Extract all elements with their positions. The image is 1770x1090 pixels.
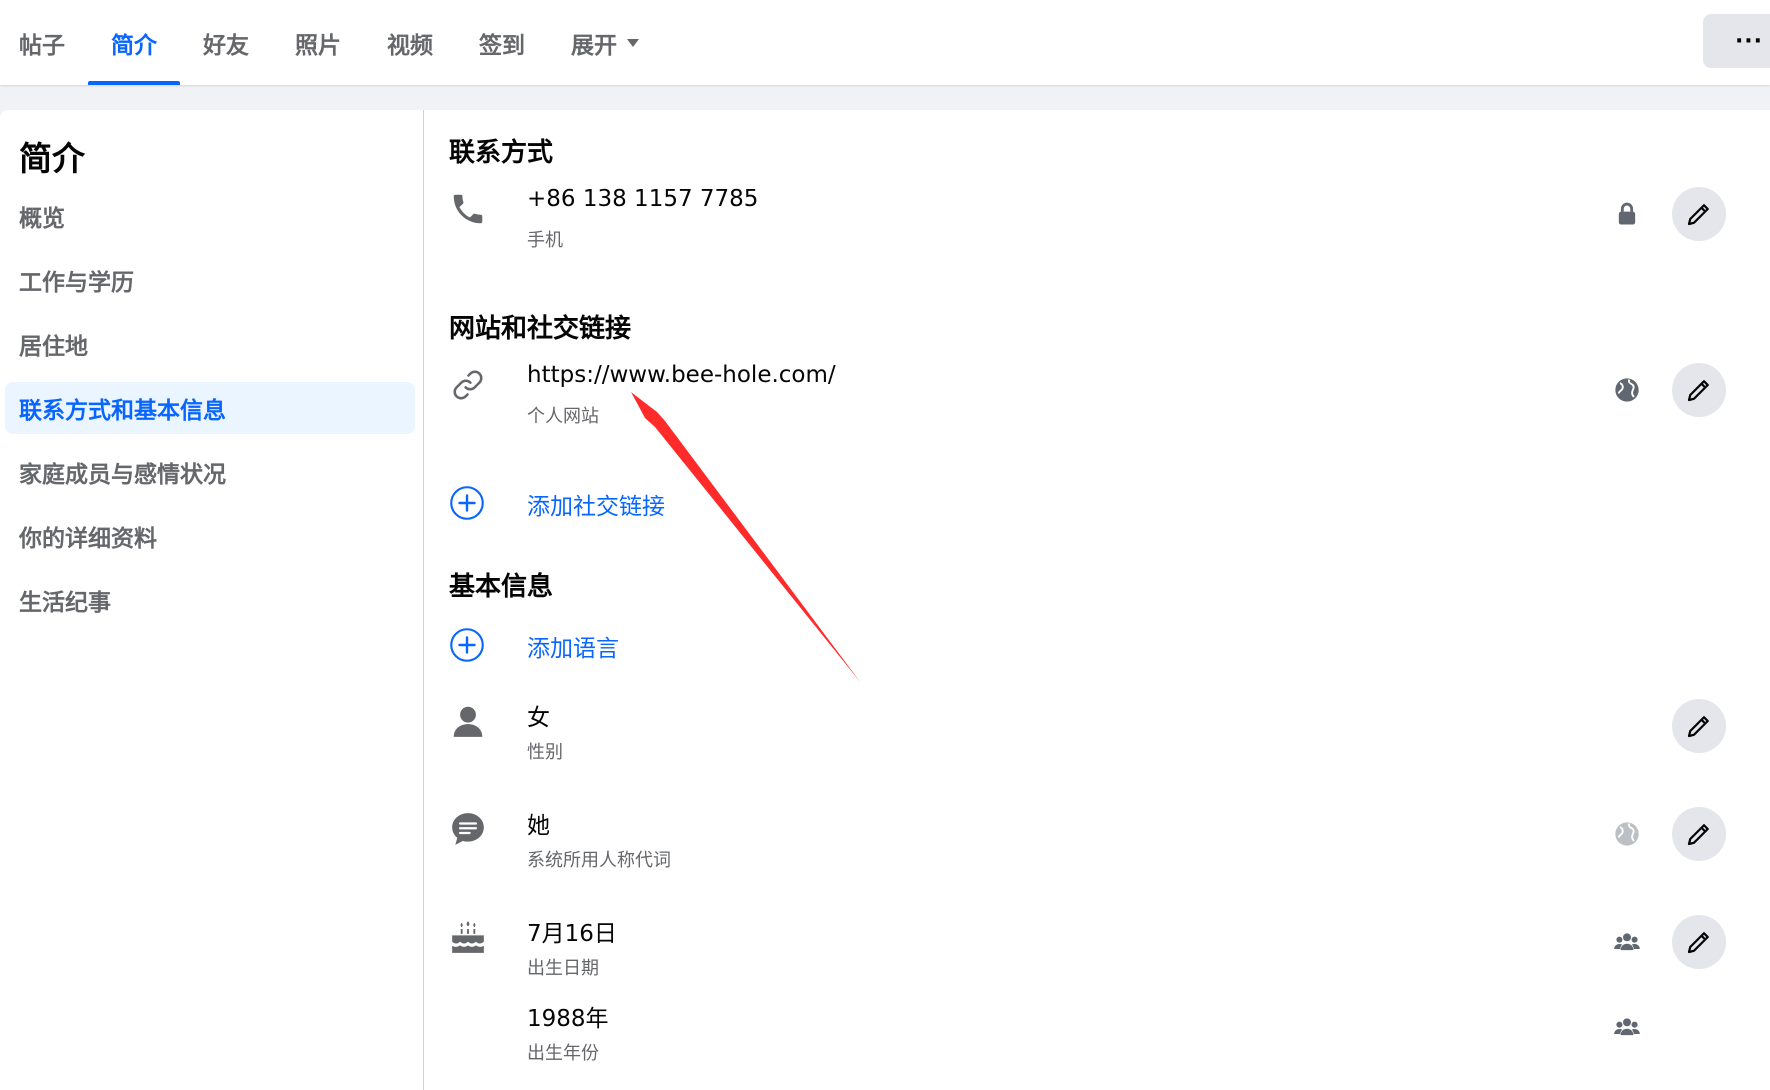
pencil-icon — [1687, 824, 1709, 846]
tab-label: 展开 — [571, 32, 617, 59]
add-language-label: 添加语言 — [527, 636, 619, 662]
edit-phone-button[interactable] — [1672, 187, 1726, 241]
tab-friends[interactable]: 好友 — [180, 0, 272, 85]
sidebar-item-family-relationships[interactable]: 家庭成员与感情状况 — [5, 446, 415, 498]
sidebar-title: 简介 — [19, 139, 85, 178]
edit-website-button[interactable] — [1672, 363, 1726, 417]
edit-birthday-button[interactable] — [1672, 915, 1726, 969]
about-sidebar: 简介 概览 工作与学历 居住地 联系方式和基本信息 家庭成员与感情状况 你的详细… — [0, 110, 424, 1090]
pencil-icon — [1687, 716, 1709, 738]
sidebar-item-work-education[interactable]: 工作与学历 — [5, 254, 415, 306]
gender-value: 女 — [527, 705, 550, 731]
pencil-icon — [1687, 204, 1709, 226]
contact-section-title: 联系方式 — [449, 138, 554, 168]
lock-icon[interactable] — [1613, 200, 1641, 228]
birthyear-row: 1988年 出生年份 — [449, 1003, 1749, 1083]
about-card: 简介 概览 工作与学历 居住地 联系方式和基本信息 家庭成员与感情状况 你的详细… — [0, 110, 1770, 1090]
tab-label: 帖子 — [19, 32, 65, 59]
globe-icon[interactable] — [1613, 820, 1641, 848]
birthday-row: 7月16日 出生日期 — [449, 918, 1749, 998]
tab-checkins[interactable]: 签到 — [456, 0, 548, 85]
website-row: https://www.bee-hole.com/ 个人网站 — [449, 362, 1749, 446]
basic-info-section-title: 基本信息 — [449, 572, 554, 602]
tab-videos[interactable]: 视频 — [364, 0, 456, 85]
birthday-value: 7月16日 — [527, 921, 617, 947]
link-icon — [453, 370, 483, 400]
tab-label: 好友 — [203, 32, 249, 59]
speech-bubble-icon — [452, 813, 484, 845]
caret-down-icon — [627, 38, 639, 47]
sidebar-item-life-events[interactable]: 生活纪事 — [5, 574, 415, 626]
add-circle-icon — [450, 486, 484, 520]
friends-icon[interactable] — [1613, 1013, 1641, 1041]
tab-label: 视频 — [387, 32, 433, 59]
tab-photos[interactable]: 照片 — [272, 0, 364, 85]
about-content: 联系方式 +86 138 1157 7785 手机 网站和社交链接 https:… — [424, 110, 1770, 1090]
add-circle-icon — [450, 628, 484, 662]
sidebar-item-overview[interactable]: 概览 — [5, 190, 415, 242]
profile-tab-bar: 帖子 简介 好友 照片 视频 签到 展开 ··· — [0, 0, 1770, 85]
add-social-link-button[interactable]: 添加社交链接 — [449, 483, 665, 523]
pencil-icon — [1687, 932, 1709, 954]
friends-icon[interactable] — [1613, 928, 1641, 956]
person-icon — [453, 706, 483, 737]
tab-about[interactable]: 简介 — [88, 0, 180, 85]
website-url[interactable]: https://www.bee-hole.com/ — [527, 362, 836, 388]
edit-gender-button[interactable] — [1672, 699, 1726, 753]
pencil-icon — [1687, 380, 1709, 402]
tab-posts[interactable]: 帖子 — [0, 0, 88, 85]
tab-label: 签到 — [479, 32, 525, 59]
tab-label: 简介 — [111, 32, 157, 59]
add-social-link-label: 添加社交链接 — [527, 494, 665, 520]
tab-more[interactable]: 展开 — [548, 0, 662, 85]
pronoun-row: 她 系统所用人称代词 — [449, 810, 1749, 890]
gender-row: 女 性别 — [449, 702, 1749, 782]
sidebar-item-contact-basic-info[interactable]: 联系方式和基本信息 — [5, 382, 415, 434]
birthday-cake-icon — [452, 921, 484, 953]
sidebar-item-details[interactable]: 你的详细资料 — [5, 510, 415, 562]
birthyear-value: 1988年 — [527, 1006, 609, 1032]
website-label: 个人网站 — [527, 406, 599, 427]
add-language-button[interactable]: 添加语言 — [449, 625, 619, 665]
pronoun-value: 她 — [527, 813, 550, 839]
profile-tabs: 帖子 简介 好友 照片 视频 签到 展开 — [0, 0, 662, 85]
websites-section-title: 网站和社交链接 — [449, 314, 632, 344]
birthyear-label: 出生年份 — [527, 1043, 599, 1064]
gender-label: 性别 — [527, 742, 563, 763]
tab-label: 照片 — [295, 32, 341, 59]
globe-icon[interactable] — [1613, 376, 1641, 404]
edit-pronoun-button[interactable] — [1672, 807, 1726, 861]
phone-row: +86 138 1157 7785 手机 — [449, 186, 1749, 270]
pronoun-label: 系统所用人称代词 — [527, 850, 671, 871]
phone-label: 手机 — [527, 230, 563, 251]
birthday-label: 出生日期 — [527, 958, 599, 979]
phone-number: +86 138 1157 7785 — [527, 186, 759, 212]
sidebar-item-places[interactable]: 居住地 — [5, 318, 415, 370]
more-options-button[interactable]: ··· — [1703, 14, 1770, 68]
phone-icon — [453, 194, 483, 224]
